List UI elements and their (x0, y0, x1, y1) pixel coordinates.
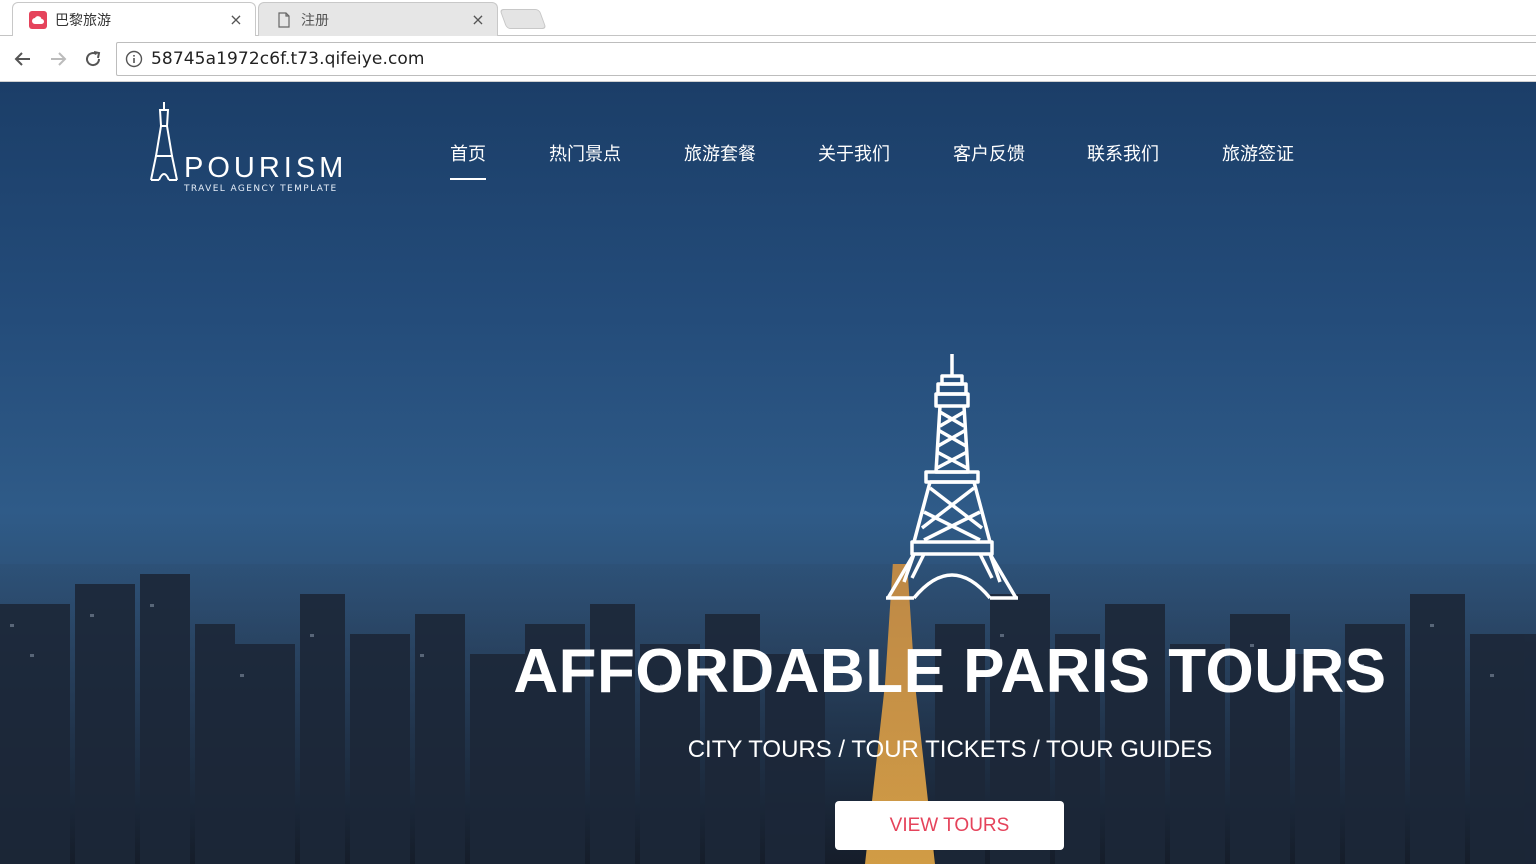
nav-item-attractions[interactable]: 热门景点 (549, 140, 621, 166)
hero-subline: CITY TOURS / TOUR TICKETS / TOUR GUIDES (687, 736, 1213, 763)
logo-tagline: TRAVEL AGENCY TEMPLATE (184, 184, 338, 194)
nav-item-feedback[interactable]: 客户反馈 (953, 140, 1025, 166)
tab-strip: 巴黎旅游 × 注册 × (0, 0, 1536, 36)
nav-item-about[interactable]: 关于我们 (818, 140, 890, 166)
hero-section: POURISM TRAVEL AGENCY TEMPLATE 首页 热门景点 旅… (0, 82, 1536, 864)
page-icon (275, 11, 293, 29)
reload-icon[interactable] (80, 46, 106, 72)
site-logo[interactable]: POURISM TRAVEL AGENCY TEMPLATE (148, 100, 358, 194)
nav-item-visa[interactable]: 旅游签证 (1222, 140, 1294, 166)
new-tab-button[interactable] (499, 9, 547, 29)
hero-headline: AFFORDABLE PARIS TOURS (513, 637, 1387, 706)
forward-icon[interactable] (45, 46, 71, 72)
site-info-icon[interactable] (125, 50, 143, 68)
tab-title: 注册 (301, 12, 329, 29)
close-tab-icon[interactable]: × (469, 10, 487, 29)
cloud-favicon-icon (29, 10, 47, 29)
nav-item-packages[interactable]: 旅游套餐 (684, 140, 756, 166)
nav-item-contact[interactable]: 联系我们 (1087, 140, 1159, 166)
logo-name: POURISM (184, 152, 348, 184)
browser-toolbar: 58745a1972c6f.t73.qifeiye.com (0, 37, 1536, 82)
url-text: 58745a1972c6f.t73.qifeiye.com (151, 49, 425, 69)
eiffel-tower-icon (886, 354, 1018, 600)
tab-title: 巴黎旅游 (55, 12, 111, 29)
close-tab-icon[interactable]: × (227, 10, 245, 29)
view-tours-button[interactable]: VIEW TOURS (835, 801, 1064, 850)
tab-paris-travel[interactable]: 巴黎旅游 × (12, 2, 256, 36)
eiffel-tower-logo-icon (150, 102, 178, 181)
back-icon[interactable] (10, 46, 36, 72)
address-bar[interactable]: 58745a1972c6f.t73.qifeiye.com (116, 42, 1536, 76)
nav-item-home[interactable]: 首页 (450, 140, 486, 180)
tab-register[interactable]: 注册 × (258, 2, 498, 36)
city-skyline-image (0, 564, 1536, 864)
